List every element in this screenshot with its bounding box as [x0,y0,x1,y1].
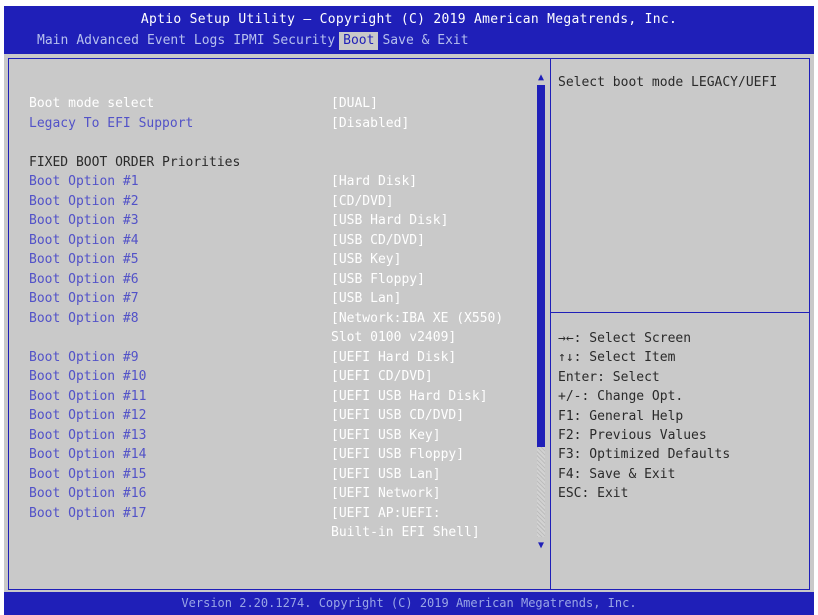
setting-label: Boot mode select [29,96,155,111]
boot-option-3[interactable]: Boot Option #3 [USB Hard Disk] [29,211,448,230]
key-help-item: F3: Optimized Defaults [558,447,731,463]
setting-label: Boot Option #2 [29,194,139,209]
tab-save-exit[interactable]: Save & Exit [378,32,472,50]
scroll-thumb[interactable] [537,85,545,447]
setting-value[interactable]: [UEFI USB Floppy] [331,445,464,464]
boot-option-14[interactable]: Boot Option #14 [UEFI USB Floppy] [29,445,464,464]
setting-label: Boot Option #1 [29,174,139,189]
bios-setup-screen: Aptio Setup Utility – Copyright (C) 2019… [4,6,814,615]
footer-bar: Version 2.20.1274. Copyright (C) 2019 Am… [4,592,814,615]
setting-label: Boot Option #9 [29,350,139,365]
header-title: Aptio Setup Utility – Copyright (C) 2019… [140,12,678,27]
setting-value[interactable]: [USB CD/DVD] [331,231,425,250]
key-help-list: →←: Select Screen ↑↓: Select Item Enter:… [558,329,808,504]
tab-main[interactable]: Main [33,32,72,50]
key-help-item: F1: General Help [558,408,684,424]
tab-ipmi[interactable]: IPMI [229,32,268,50]
setting-value[interactable]: [CD/DVD] [331,192,394,211]
scroll-down-arrow-icon[interactable]: ▼ [536,541,546,551]
boot-option-8[interactable]: Boot Option #8 [Network:IBA XE (X550) [29,309,503,328]
boot-option-16[interactable]: Boot Option #16 [UEFI Network] [29,484,441,503]
setting-label: Boot Option #12 [29,408,147,423]
setting-label: Boot Option #15 [29,467,147,482]
setting-value[interactable]: [UEFI CD/DVD] [331,367,433,386]
boot-option-1[interactable]: Boot Option #1 [Hard Disk] [29,172,417,191]
boot-option-6[interactable]: Boot Option #6 [USB Floppy] [29,270,425,289]
setting-label: Legacy To EFI Support [29,116,194,131]
setting-boot-mode-select[interactable]: Boot mode select [DUAL] [29,94,378,113]
setting-label: Boot Option #13 [29,428,147,443]
scrollbar[interactable]: ▲ ▼ [536,73,546,551]
setting-label: Boot Option #3 [29,213,139,228]
main-panel: Boot mode select [DUAL] Legacy To EFI Su… [8,58,810,590]
setting-value[interactable]: [Disabled] [331,114,409,133]
setting-value[interactable]: [UEFI USB Lan] [331,465,441,484]
setting-label: Boot Option #5 [29,252,139,267]
setting-value[interactable]: [USB Hard Disk] [331,211,448,230]
setting-label: Boot Option #8 [29,311,139,326]
section-title: FIXED BOOT ORDER Priorities [29,155,241,170]
header-bar: Aptio Setup Utility – Copyright (C) 2019… [4,6,814,54]
help-description: Select boot mode LEGACY/UEFI [558,75,778,90]
setting-value[interactable]: [USB Lan] [331,289,401,308]
panel-divider [550,59,551,589]
boot-option-15[interactable]: Boot Option #15 [UEFI USB Lan] [29,465,441,484]
boot-option-5[interactable]: Boot Option #5 [USB Key] [29,250,401,269]
setting-label: Boot Option #17 [29,506,147,521]
setting-label: Boot Option #11 [29,389,147,404]
settings-list: Boot mode select [DUAL] Legacy To EFI Su… [9,59,534,589]
boot-option-7[interactable]: Boot Option #7 [USB Lan] [29,289,401,308]
key-help-item: +/-: Change Opt. [558,389,684,405]
setting-label: Boot Option #6 [29,272,139,287]
boot-option-10[interactable]: Boot Option #10 [UEFI CD/DVD] [29,367,433,386]
menu-bar: Main Advanced Event Logs IPMI Security B… [33,32,473,50]
key-help-item: ↑↓: Select Item [558,350,676,366]
key-help-item: Enter: Select [558,369,660,385]
tab-advanced[interactable]: Advanced [72,32,143,50]
setting-value[interactable]: [UEFI USB Key] [331,426,441,445]
setting-value[interactable]: [UEFI Hard Disk] [331,348,456,367]
setting-label: Boot Option #10 [29,369,147,384]
setting-value[interactable]: [UEFI USB Hard Disk] [331,387,488,406]
setting-legacy-to-efi-support[interactable]: Legacy To EFI Support [Disabled] [29,114,409,133]
setting-value[interactable]: [UEFI USB CD/DVD] [331,406,464,425]
boot-option-17[interactable]: Boot Option #17 [UEFI AP:UEFI: [29,504,441,523]
setting-value[interactable]: [Hard Disk] [331,172,417,191]
setting-label: Boot Option #14 [29,447,147,462]
footer-version: Version 2.20.1274. Copyright (C) 2019 Am… [181,596,637,610]
key-help-item: F4: Save & Exit [558,466,676,482]
tab-event-logs[interactable]: Event Logs [143,32,229,50]
setting-value[interactable]: [USB Floppy] [331,270,425,289]
setting-value[interactable]: [UEFI Network] [331,484,441,503]
setting-value[interactable]: [Network:IBA XE (X550) [331,309,503,328]
setting-label: Boot Option #7 [29,291,139,306]
tab-security[interactable]: Security [269,32,340,50]
boot-option-13[interactable]: Boot Option #13 [UEFI USB Key] [29,426,441,445]
boot-option-2[interactable]: Boot Option #2 [CD/DVD] [29,192,394,211]
tab-boot[interactable]: Boot [339,32,379,50]
setting-label: Boot Option #4 [29,233,139,248]
setting-value[interactable]: [UEFI AP:UEFI: [331,504,441,523]
scroll-up-arrow-icon[interactable]: ▲ [536,73,546,83]
boot-option-12[interactable]: Boot Option #12 [UEFI USB CD/DVD] [29,406,464,425]
setting-value[interactable]: [USB Key] [331,250,401,269]
boot-option-11[interactable]: Boot Option #11 [UEFI USB Hard Disk] [29,387,488,406]
boot-option-4[interactable]: Boot Option #4 [USB CD/DVD] [29,231,425,250]
key-help-item: F2: Previous Values [558,427,707,443]
help-divider [551,312,810,313]
boot-option-8-value-cont: Slot 0100 v2409] [331,330,457,345]
key-help-item: ESC: Exit [558,486,629,502]
setting-label: Boot Option #16 [29,486,147,501]
boot-option-9[interactable]: Boot Option #9 [UEFI Hard Disk] [29,348,456,367]
setting-value[interactable]: [DUAL] [331,94,378,113]
boot-option-17-value-cont: Built-in EFI Shell] [331,525,480,540]
key-help-item: →←: Select Screen [558,331,692,346]
